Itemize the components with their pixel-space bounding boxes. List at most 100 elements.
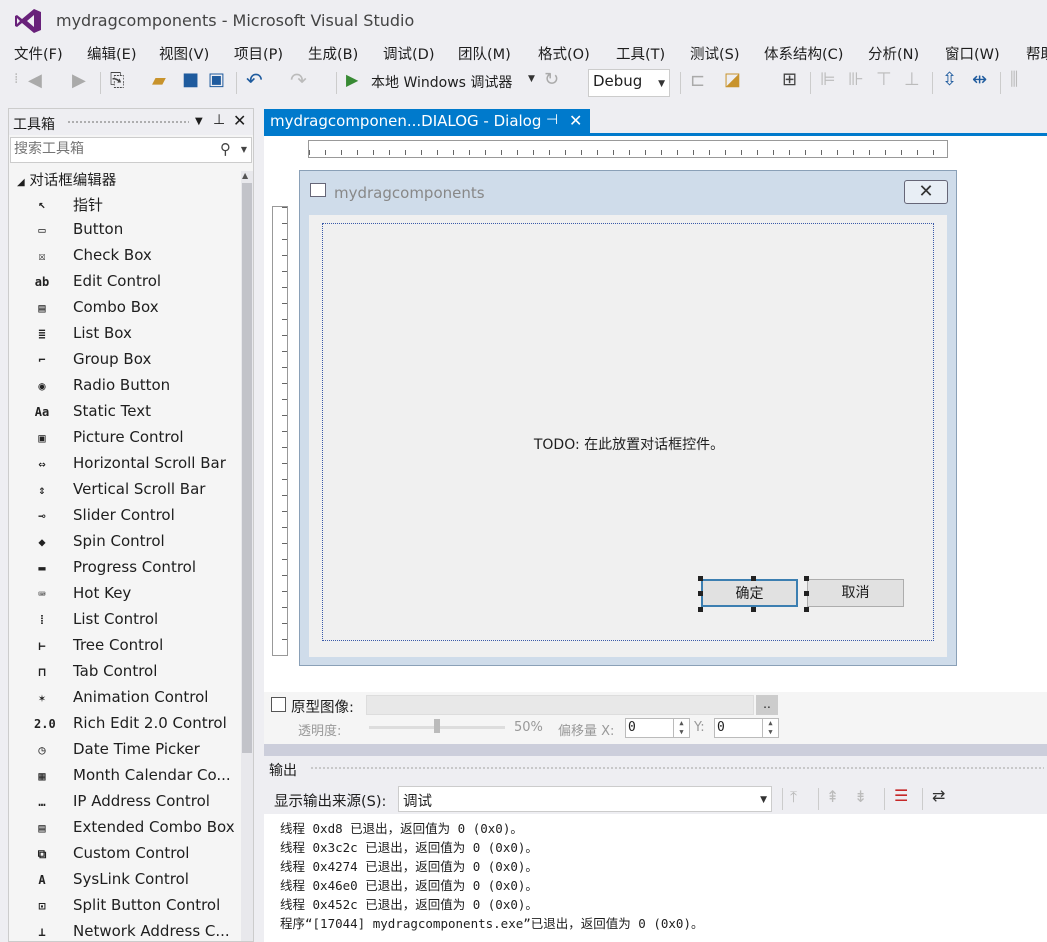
toolbox-item[interactable]: ⌨ Hot Key	[9, 581, 241, 607]
expand-triangle-icon[interactable]: ◢	[17, 177, 25, 188]
prototype-image-checkbox[interactable]	[271, 697, 286, 712]
next-message-icon[interactable]: ⇟	[854, 787, 867, 806]
menu-item[interactable]: 工具(T)	[616, 43, 665, 64]
cancel-button[interactable]: 取消	[807, 579, 904, 607]
menu-item[interactable]: 窗口(W)	[945, 43, 1000, 64]
menu-item[interactable]: 编辑(E)	[87, 43, 136, 64]
pin-icon[interactable]: ⊣	[546, 112, 558, 128]
solution-configuration-select[interactable]: Debug ▼	[588, 69, 670, 97]
chevron-down-icon[interactable]: ▼	[241, 145, 247, 154]
toolbox-item[interactable]: ◆ Spin Control	[9, 529, 241, 555]
toolbox-item[interactable]: Aa Static Text	[9, 399, 241, 425]
menu-item[interactable]: 帮助	[1026, 43, 1047, 64]
close-icon[interactable]: ✕	[233, 111, 246, 130]
menu-item[interactable]: 调试(D)	[383, 43, 434, 64]
toolbox-item[interactable]: 2.0 Rich Edit 2.0 Control	[9, 711, 241, 737]
dialog-editor-canvas[interactable]: mydragcomponents ✕ TODO: 在此放置对话框控件。 确定 取…	[264, 136, 1047, 692]
toolbox-item[interactable]: ↖ 指针	[9, 191, 241, 217]
clear-all-icon[interactable]: ☰	[894, 786, 908, 805]
prototype-image-path-field[interactable]	[366, 695, 754, 715]
refresh-icon[interactable]: ↻	[544, 69, 559, 90]
toolbox-item[interactable]: ▬ Progress Control	[9, 555, 241, 581]
dialog-preview[interactable]: mydragcomponents ✕ TODO: 在此放置对话框控件。 确定 取…	[299, 170, 957, 666]
redo-icon[interactable]: ↷	[290, 68, 307, 92]
forward-icon[interactable]: ▶	[72, 70, 86, 91]
center-vertical-icon[interactable]: ⇳	[942, 69, 957, 90]
vertical-ruler[interactable]	[272, 206, 288, 656]
toolbox-item[interactable]: ▣ Picture Control	[9, 425, 241, 451]
undo-icon[interactable]: ↶	[246, 68, 263, 92]
tab-dialog-editor[interactable]: mydragcomponen...DIALOG - Dialog ⊣ ✕	[264, 109, 590, 134]
scrollbar-thumb[interactable]	[242, 183, 252, 753]
selection-handle[interactable]	[698, 591, 703, 596]
start-debugger-button[interactable]: 本地 Windows 调试器	[371, 72, 512, 92]
selection-handle[interactable]	[751, 607, 756, 612]
toolbox-item[interactable]: ≣ List Box	[9, 321, 241, 347]
offset-y-spinner[interactable]: 0 ▲ ▼	[714, 718, 779, 738]
save-icon[interactable]: ■	[182, 69, 199, 90]
toolbox-item[interactable]: ⧉ Custom Control	[9, 841, 241, 867]
toolbox-item[interactable]: ⇔ Horizontal Scroll Bar	[9, 451, 241, 477]
selection-handle[interactable]	[804, 591, 809, 596]
save-all-icon[interactable]: ▣	[208, 69, 225, 90]
find-icon[interactable]: ⊏	[690, 70, 705, 91]
toolbox-item[interactable]: ⌐ Group Box	[9, 347, 241, 373]
dialog-client-area[interactable]: TODO: 在此放置对话框控件。 确定 取消	[309, 215, 947, 657]
ok-button[interactable]: 确定	[701, 579, 798, 607]
toolbox-item[interactable]: ab Edit Control	[9, 269, 241, 295]
search-icon[interactable]: ⚲	[220, 140, 231, 158]
panel-menu-chevron-icon[interactable]: ▼	[195, 116, 203, 127]
todo-static-text[interactable]: TODO: 在此放置对话框控件。	[323, 434, 935, 454]
back-icon[interactable]: ◀	[28, 70, 42, 91]
output-source-select[interactable]: 调试 ▼	[398, 786, 772, 812]
horizontal-ruler[interactable]	[308, 140, 948, 158]
selection-handle[interactable]	[804, 607, 809, 612]
menu-item[interactable]: 测试(S)	[690, 43, 740, 64]
toolbox-item[interactable]: ⊸ Slider Control	[9, 503, 241, 529]
toolbox-item[interactable]: ◉ Radio Button	[9, 373, 241, 399]
align-right-icon[interactable]: ⊪	[848, 69, 864, 90]
test-dialog-icon[interactable]: ⊞	[782, 69, 797, 90]
menu-item[interactable]: 团队(M)	[458, 43, 511, 64]
spin-arrows-icon[interactable]: ▲ ▼	[673, 719, 689, 737]
panel-splitter[interactable]	[264, 744, 1047, 756]
new-project-icon[interactable]: ⎘	[110, 70, 124, 91]
previous-message-icon[interactable]: ⇞	[826, 787, 839, 806]
toolbox-section-header[interactable]: ◢ 对话框编辑器	[17, 169, 116, 190]
menu-item[interactable]: 生成(B)	[308, 43, 358, 64]
panel-grip[interactable]	[310, 766, 1044, 771]
chevron-down-icon[interactable]: ▼	[528, 74, 535, 84]
toolbox-item[interactable]: ▭ Button	[9, 217, 241, 243]
toolbox-item[interactable]: ▦ Month Calendar Co...	[9, 763, 241, 789]
align-left-icon[interactable]: ⊫	[820, 69, 836, 90]
menu-item[interactable]: 项目(P)	[234, 43, 283, 64]
output-text-area[interactable]: 线程 0xd8 已退出，返回值为 0 (0x0)。 线程 0x3c2c 已退出，返…	[264, 814, 1047, 942]
toolbox-item[interactable]: ⇕ Vertical Scroll Bar	[9, 477, 241, 503]
solution-explorer-icon[interactable]: ◪	[724, 69, 741, 90]
selection-handle[interactable]	[698, 576, 703, 581]
align-bottom-icon[interactable]: ⊥	[904, 69, 920, 90]
toggle-word-wrap-icon[interactable]: ⇄	[932, 786, 945, 805]
menu-item[interactable]: 格式(O)	[538, 43, 590, 64]
pin-icon[interactable]: ⊥	[213, 112, 225, 128]
close-icon[interactable]: ✕	[569, 111, 582, 130]
browse-button[interactable]: ..	[756, 695, 778, 715]
selection-handle[interactable]	[804, 576, 809, 581]
space-across-icon[interactable]: ⫼	[1010, 69, 1018, 90]
selection-handle[interactable]	[698, 607, 703, 612]
menu-item[interactable]: 文件(F)	[14, 43, 63, 64]
spin-arrows-icon[interactable]: ▲ ▼	[762, 719, 778, 737]
toolbox-item[interactable]: ⁞ List Control	[9, 607, 241, 633]
toolbox-scrollbar[interactable]: ▲	[241, 171, 253, 941]
transparency-slider-thumb[interactable]	[434, 719, 440, 733]
menu-item[interactable]: 视图(V)	[159, 43, 209, 64]
toolbox-item[interactable]: ▤ Combo Box	[9, 295, 241, 321]
menu-item[interactable]: 体系结构(C)	[764, 43, 843, 64]
offset-x-spinner[interactable]: 0 ▲ ▼	[625, 718, 690, 738]
align-top-icon[interactable]: ⊤	[876, 69, 892, 90]
toolbox-item[interactable]: A SysLink Control	[9, 867, 241, 893]
toolbox-search[interactable]: ⚲ ▼	[10, 137, 252, 163]
center-horizontal-icon[interactable]: ⇹	[972, 69, 987, 90]
dialog-close-icon[interactable]: ✕	[904, 180, 948, 204]
menu-item[interactable]: 分析(N)	[868, 43, 919, 64]
